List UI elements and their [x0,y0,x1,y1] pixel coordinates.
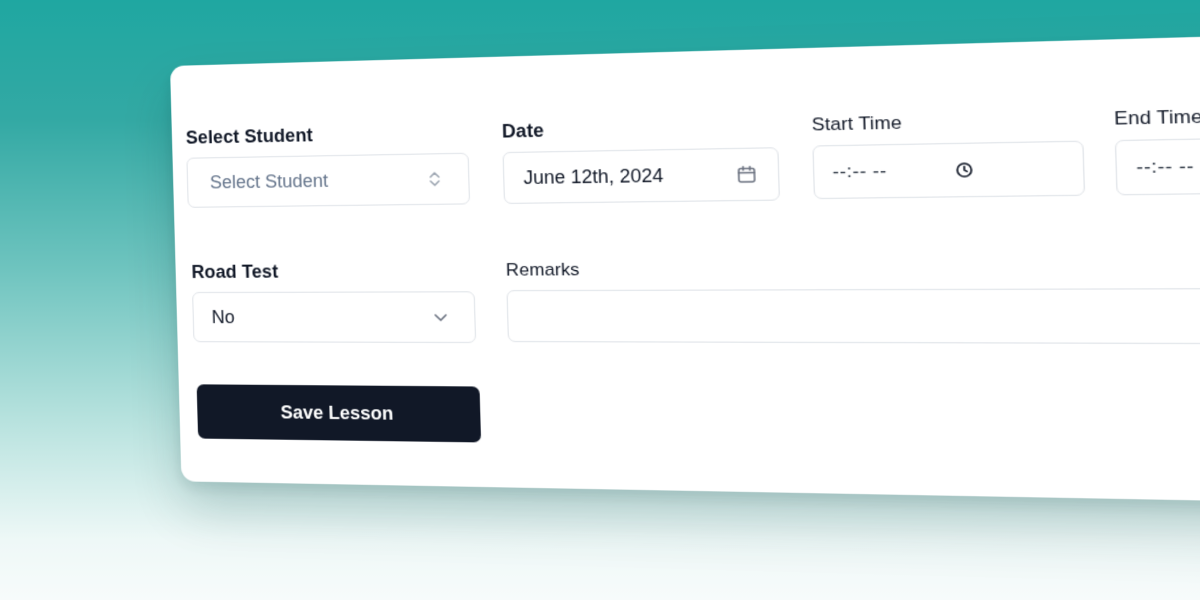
end-time-input[interactable]: --:-- -- [1115,135,1200,196]
remarks-label: Remarks [506,254,1200,280]
start-time-input[interactable]: --:-- -- [812,141,1085,200]
road-test-select[interactable]: No [192,291,476,343]
lesson-form-card: Select Student Select Student Date June … [170,30,1200,505]
remarks-field: Remarks [506,254,1200,344]
student-select-placeholder: Select Student [210,168,425,193]
chevron-up-down-icon [424,169,446,190]
date-label: Date [502,115,779,143]
date-field: Date June 12th, 2024 [502,115,780,204]
page-background: Select Student Select Student Date June … [0,0,1200,600]
road-test-label: Road Test [191,260,474,283]
student-select[interactable]: Select Student [186,153,470,208]
road-test-value: No [211,306,430,328]
start-time-label: Start Time [811,109,1083,136]
calendar-icon[interactable] [735,164,758,186]
road-test-field: Road Test No [191,260,476,343]
date-value: June 12th, 2024 [523,163,736,188]
clock-icon[interactable] [952,159,976,181]
chevron-down-icon [430,307,452,328]
remarks-input[interactable] [506,288,1200,345]
end-time-value: --:-- -- [1136,154,1200,178]
student-field: Select Student Select Student [186,122,471,208]
date-picker[interactable]: June 12th, 2024 [503,147,781,204]
student-label: Select Student [186,122,469,149]
start-time-field: Start Time --:-- -- [811,109,1085,199]
end-time-field: End Time --:-- -- [1114,102,1200,196]
start-time-value: --:-- -- [832,159,953,182]
save-lesson-button[interactable]: Save Lesson [197,384,481,442]
end-time-label: End Time [1114,102,1200,130]
